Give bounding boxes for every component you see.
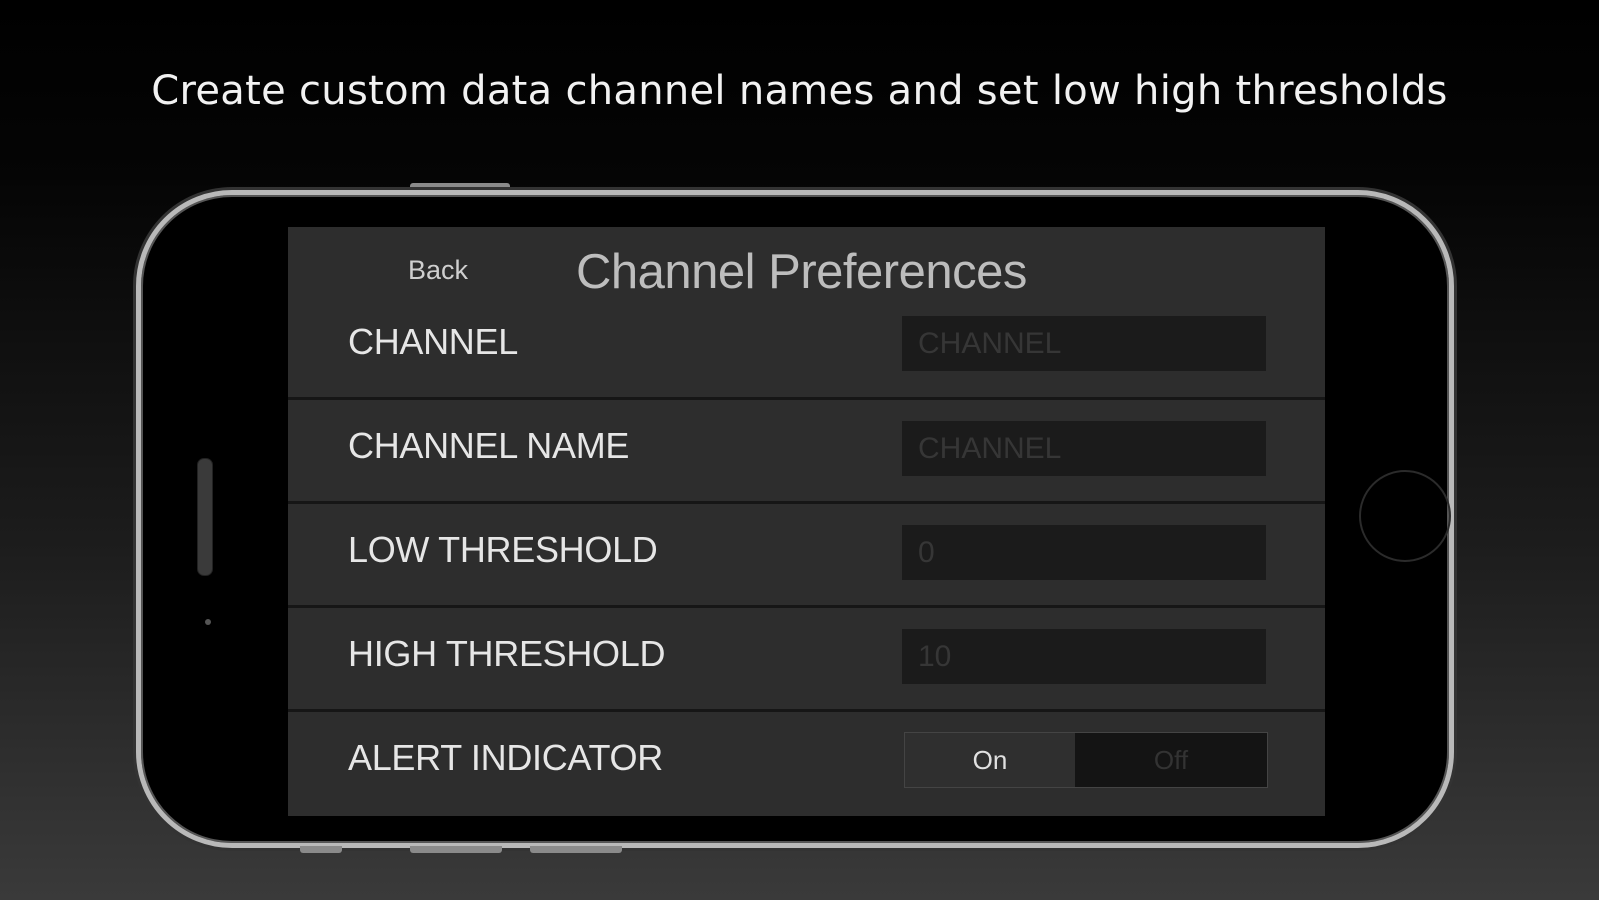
high-threshold-input[interactable] (902, 629, 1266, 684)
navigation-bar: Back Channel Preferences (288, 227, 1325, 317)
home-button[interactable] (1359, 470, 1451, 562)
channel-input[interactable] (902, 316, 1266, 371)
phone-volume-button (530, 846, 622, 853)
phone-camera (205, 619, 211, 625)
page-title: Channel Preferences (576, 245, 1027, 299)
high-threshold-row: HIGH THRESHOLD (288, 605, 1325, 709)
low-threshold-input[interactable] (902, 525, 1266, 580)
channel-name-row: CHANNEL NAME (288, 397, 1325, 501)
high-threshold-label: HIGH THRESHOLD (348, 633, 666, 674)
alert-indicator-toggle[interactable]: On Off (904, 732, 1268, 788)
phone-power-button (410, 183, 510, 190)
phone-speaker (197, 458, 213, 576)
alert-off-option[interactable]: Off (1075, 733, 1267, 787)
channel-label: CHANNEL (348, 321, 518, 362)
phone-volume-button (410, 846, 502, 853)
alert-indicator-row: ALERT INDICATOR On Off (288, 709, 1325, 816)
low-threshold-label: LOW THRESHOLD (348, 529, 658, 570)
alert-indicator-label: ALERT INDICATOR (348, 737, 663, 778)
low-threshold-row: LOW THRESHOLD (288, 501, 1325, 605)
alert-on-option[interactable]: On (905, 733, 1075, 787)
channel-name-input[interactable] (902, 421, 1266, 476)
phone-volume-button (300, 846, 342, 853)
headline: Create custom data channel names and set… (151, 68, 1448, 114)
back-button[interactable]: Back (408, 255, 468, 286)
channel-row: CHANNEL (288, 307, 1325, 397)
app-screen: Back Channel Preferences CHANNEL CHANNEL… (288, 227, 1325, 816)
channel-name-label: CHANNEL NAME (348, 425, 630, 466)
